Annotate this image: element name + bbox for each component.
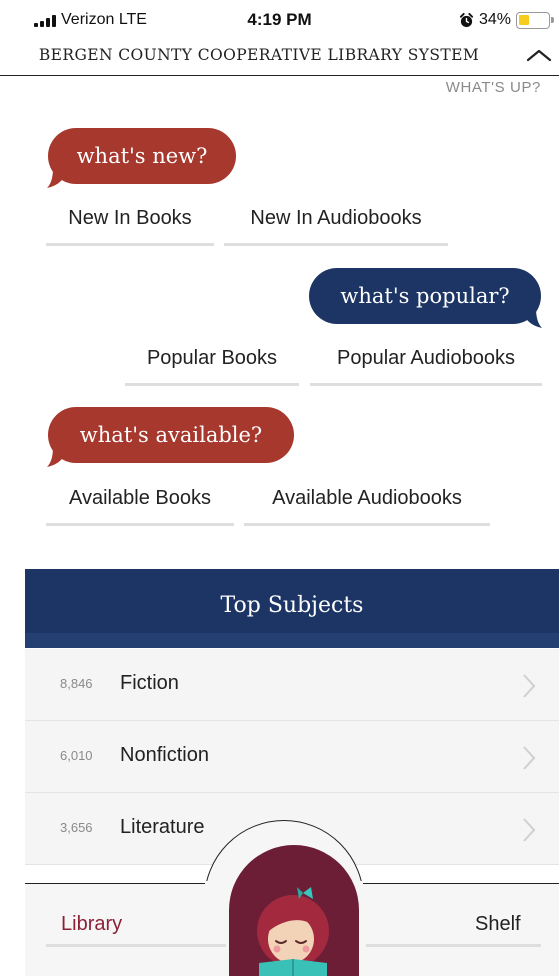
available-books-link[interactable]: Available Books — [46, 486, 234, 526]
nav-shelf-underline — [366, 944, 541, 947]
status-bar: Verizon LTE 4:19 PM 34% — [0, 0, 559, 40]
bubble-tail — [47, 168, 67, 188]
subject-count: 6,010 — [60, 748, 93, 763]
popular-audiobooks-link[interactable]: Popular Audiobooks — [310, 346, 542, 386]
chevron-right-icon — [523, 818, 536, 842]
popular-books-link[interactable]: Popular Books — [125, 346, 299, 386]
whats-new-label: what's new? — [76, 144, 208, 168]
subject-row-fiction[interactable]: 8,846 Fiction — [25, 649, 559, 721]
battery-icon — [516, 12, 554, 29]
popular-books-label: Popular Books — [146, 347, 278, 369]
whats-available-bubble: what's available? — [47, 407, 294, 467]
available-audiobooks-link[interactable]: Available Audiobooks — [244, 486, 490, 526]
battery-fill — [519, 15, 529, 25]
subject-row-nonfiction[interactable]: 6,010 Nonfiction — [25, 721, 559, 793]
bubble-tail — [522, 308, 542, 328]
available-audiobooks-label: Available Audiobooks — [272, 487, 462, 509]
whats-available-label: what's available? — [79, 423, 263, 447]
alarm-icon — [459, 13, 474, 28]
nav-library-underline — [46, 944, 226, 947]
library-name[interactable]: BERGEN COUNTY COOPERATIVE LIBRARY SYSTEM — [0, 46, 518, 64]
new-in-books-label: New In Books — [68, 207, 192, 229]
subject-label: Literature — [120, 816, 205, 838]
top-subjects-header: Top Subjects — [25, 569, 559, 648]
bubble-tail — [47, 447, 67, 467]
whats-popular-label: what's popular? — [340, 284, 510, 308]
battery-percent: 34% — [479, 11, 512, 28]
subject-label: Nonfiction — [120, 744, 209, 766]
library-header: BERGEN COUNTY COOPERATIVE LIBRARY SYSTEM — [0, 42, 559, 76]
available-books-label: Available Books — [69, 487, 211, 509]
new-in-audiobooks-link[interactable]: New In Audiobooks — [224, 206, 448, 246]
subject-count: 8,846 — [60, 676, 93, 691]
new-in-audiobooks-label: New In Audiobooks — [250, 207, 422, 229]
nav-shelf-tab[interactable]: Shelf — [475, 913, 521, 936]
status-time: 4:19 PM — [247, 10, 312, 29]
subject-count: 3,656 — [60, 820, 93, 835]
whats-new-bubble: what's new? — [47, 128, 236, 188]
new-in-books-link[interactable]: New In Books — [46, 206, 214, 246]
nav-library-tab[interactable]: Library — [61, 913, 122, 936]
libby-reader-icon[interactable] — [229, 845, 359, 976]
chevron-right-icon — [523, 746, 536, 770]
top-subjects-title: Top Subjects — [220, 593, 364, 618]
whats-popular-bubble: what's popular? — [309, 268, 542, 328]
whats-up-link[interactable]: WHAT'S UP? — [446, 79, 541, 96]
chevron-right-icon — [523, 674, 536, 698]
popular-audiobooks-label: Popular Audiobooks — [337, 347, 515, 369]
chevron-up-icon[interactable] — [526, 48, 552, 62]
subject-label: Fiction — [120, 672, 179, 694]
